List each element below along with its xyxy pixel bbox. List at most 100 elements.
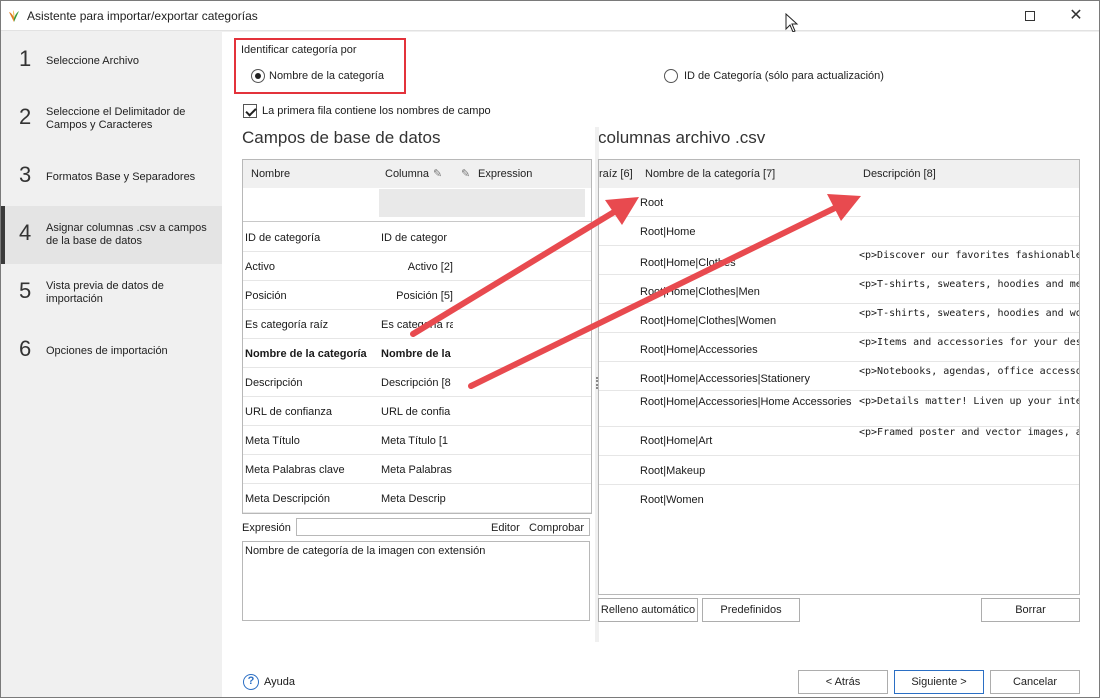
csv-columns-grid: raíz [6] Nombre de la categoría [7] Desc… <box>598 159 1080 595</box>
identify-label: Identificar categoría por <box>241 44 357 56</box>
header-name[interactable]: Nombre <box>251 168 290 180</box>
maximize-button[interactable] <box>1007 1 1053 31</box>
table-row[interactable]: Root|Home|Accessories|Stationery <p>Note… <box>599 362 1079 391</box>
step-2[interactable]: 2 Seleccione el Delimitador de Campos y … <box>1 90 222 148</box>
cell-name: Root|Women <box>640 494 704 506</box>
header-column[interactable]: Columna <box>385 168 429 180</box>
step-5[interactable]: 5 Vista previa de datos de importación <box>1 264 222 322</box>
table-row[interactable]: Root|Home|Clothes|Men <p>T-shirts, sweat… <box>599 275 1079 304</box>
step-4[interactable]: 4 Asignar columnas .csv a campos de la b… <box>1 206 222 264</box>
table-row[interactable]: Root|Makeup <box>599 456 1079 485</box>
table-row[interactable]: URL de confianza URL de confia <box>243 397 591 426</box>
csv-columns-title: columnas archivo .csv <box>598 128 766 147</box>
db-fields-title: Campos de base de datos <box>242 128 441 147</box>
step-1[interactable]: 1 Seleccione Archivo <box>1 32 222 90</box>
step-label: Vista previa de datos de importación <box>46 280 164 305</box>
check-button[interactable]: Comprobar <box>529 522 584 534</box>
filter-cell[interactable] <box>379 189 585 217</box>
field-name: Es categoría raíz <box>245 319 329 331</box>
help-link[interactable]: Ayuda <box>264 676 295 688</box>
table-row[interactable]: Nombre de la categoría Nombre de la <box>243 339 591 368</box>
table-row[interactable]: Root|Women <box>599 485 1079 514</box>
close-button[interactable]: ✕ <box>1053 1 1099 31</box>
cell-name: Root|Home|Art <box>640 435 713 447</box>
table-row[interactable]: Posición Posición [5] <box>243 281 591 310</box>
header-description[interactable]: Descripción [8] <box>863 168 936 180</box>
table-row[interactable]: Meta Palabras clave Meta Palabras <box>243 455 591 484</box>
table-row[interactable]: Activo Activo [2] <box>243 252 591 281</box>
header-expression[interactable]: Expression <box>478 168 532 180</box>
back-button[interactable]: < Atrás <box>798 670 888 694</box>
table-row[interactable]: Es categoría raíz Es categoría raíz <box>243 310 591 339</box>
table-row[interactable]: ID de categoría ID de categor <box>243 223 591 252</box>
table-row[interactable]: Root <box>599 188 1079 217</box>
mapped-column[interactable]: Meta Título [1 <box>381 435 453 447</box>
cell-desc: <p>T-shirts, sweaters, hoodies and men's… <box>859 279 1079 290</box>
mapped-column[interactable]: Meta Palabras <box>381 464 453 476</box>
close-icon: ✕ <box>1069 7 1083 24</box>
help-icon[interactable]: ? <box>243 674 259 690</box>
step-label: Asignar columnas .csv a campos de la bas… <box>46 222 207 247</box>
step-label: Opciones de importación <box>46 344 168 357</box>
wizard-steps-sidebar: 1 Seleccione Archivo 2 Seleccione el Del… <box>1 32 222 697</box>
first-row-headers-label[interactable]: La primera fila contiene los nombres de … <box>262 105 491 117</box>
table-row[interactable]: Root|Home|Art <p>Framed poster and vecto… <box>599 427 1079 456</box>
mapped-column[interactable]: ID de categor <box>381 232 453 244</box>
db-grid-header: Nombre Columna ✎ ✎ Expression <box>243 160 591 188</box>
cell-name: Root|Home|Clothes|Women <box>640 315 777 327</box>
next-button[interactable]: Siguiente > <box>894 670 984 694</box>
table-row[interactable]: Descripción Descripción [8 <box>243 368 591 397</box>
radio-category-id[interactable] <box>664 69 678 83</box>
radio-category-name-label[interactable]: Nombre de la categoría <box>269 70 384 82</box>
field-name: Meta Descripción <box>245 493 330 505</box>
step-label: Seleccione Archivo <box>46 54 139 67</box>
app-logo-icon <box>9 10 19 22</box>
mapped-column[interactable]: Nombre de la <box>381 348 453 360</box>
editor-button[interactable]: Editor <box>491 522 520 534</box>
cell-desc: <p>Notebooks, agendas, office accessorie <box>859 366 1079 377</box>
mapped-column[interactable]: Meta Descrip <box>381 493 453 505</box>
delete-button[interactable]: Borrar <box>981 598 1080 622</box>
mapped-column[interactable]: Posición [5] <box>381 290 453 302</box>
cell-name: Root|Makeup <box>640 465 706 477</box>
header-divider <box>243 221 591 222</box>
mapped-column[interactable]: Activo [2] <box>381 261 453 273</box>
autofill-button[interactable]: Relleno automático <box>598 598 698 622</box>
step-number: 3 <box>19 162 32 187</box>
pencil-icon: ✎ <box>433 168 443 180</box>
radio-category-name[interactable] <box>251 69 265 83</box>
table-row[interactable]: Root|Home|Accessories|Home Accessories <… <box>599 391 1079 427</box>
first-row-headers-checkbox[interactable] <box>243 104 257 118</box>
expression-label: Expresión <box>242 522 291 534</box>
cell-desc: <p>Discover our favorites fashionable di… <box>859 250 1079 261</box>
window-title: Asistente para importar/exportar categor… <box>27 9 258 23</box>
mouse-cursor-icon <box>785 13 799 33</box>
step-number: 4 <box>19 220 32 245</box>
table-row[interactable]: Root|Home <box>599 217 1079 246</box>
radio-category-id-label[interactable]: ID de Categoría (sólo para actualización… <box>684 70 884 82</box>
filter-row[interactable] <box>243 189 591 217</box>
mapped-column[interactable]: URL de confia <box>381 406 453 418</box>
db-fields-grid: Nombre Columna ✎ ✎ Expression ID de cate… <box>242 159 592 514</box>
predefined-button[interactable]: Predefinidos <box>702 598 800 622</box>
mapped-column[interactable]: Es categoría raíz <box>381 319 453 331</box>
step-6[interactable]: 6 Opciones de importación <box>1 322 222 380</box>
mapped-column[interactable]: Descripción [8 <box>381 377 453 389</box>
wizard-window: Asistente para importar/exportar categor… <box>0 0 1100 698</box>
cell-name: Root|Home|Clothes <box>640 257 736 269</box>
field-name: Meta Palabras clave <box>245 464 345 476</box>
table-row[interactable]: Root|Home|Accessories <p>Items and acces… <box>599 333 1079 362</box>
table-row[interactable]: Root|Home|Clothes <p>Discover our favori… <box>599 246 1079 275</box>
cancel-button[interactable]: Cancelar <box>990 670 1080 694</box>
title-bar: Asistente para importar/exportar categor… <box>1 1 1099 31</box>
table-row[interactable]: Root|Home|Clothes|Women <p>T-shirts, swe… <box>599 304 1079 333</box>
header-category-name[interactable]: Nombre de la categoría [7] <box>645 168 775 180</box>
step-3[interactable]: 3 Formatos Base y Separadores <box>1 148 222 206</box>
field-name: Activo <box>245 261 275 273</box>
cell-desc: <p>T-shirts, sweaters, hoodies and women… <box>859 308 1079 319</box>
table-row[interactable]: Meta Descripción Meta Descrip <box>243 484 591 513</box>
field-name: ID de categoría <box>245 232 321 244</box>
header-prev-column[interactable]: raíz [6] <box>599 168 633 180</box>
table-row[interactable]: Meta Título Meta Título [1 <box>243 426 591 455</box>
cell-name: Root <box>640 197 664 209</box>
